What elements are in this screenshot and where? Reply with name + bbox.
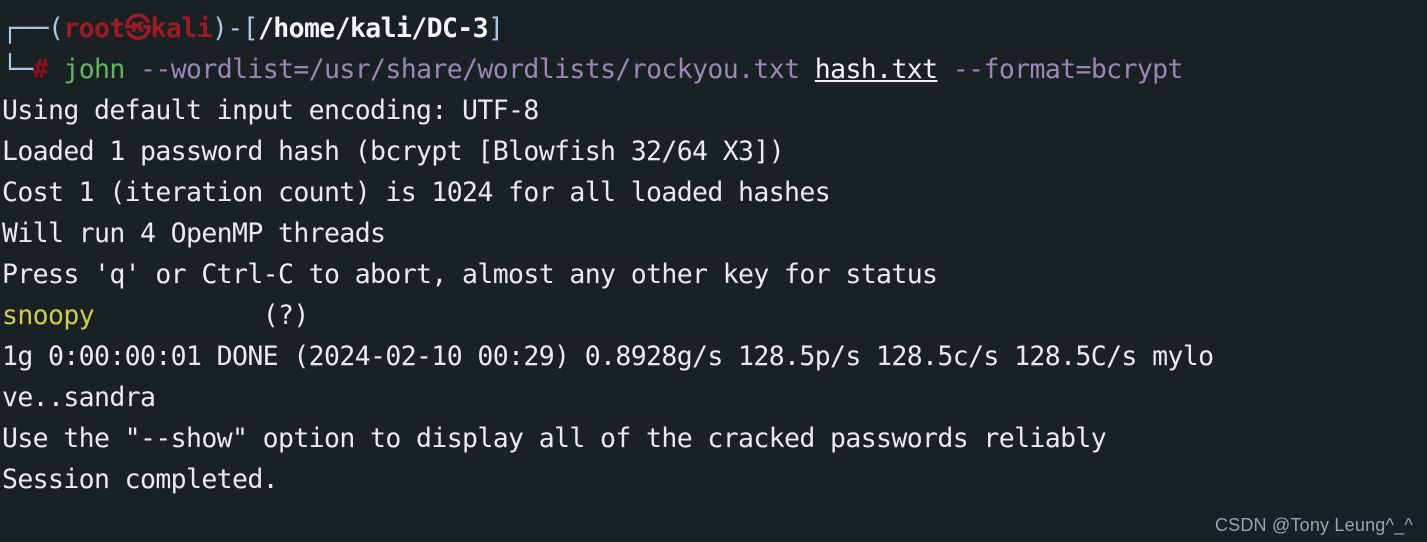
output-line-cost: Cost 1 (iteration count) is 1024 for all…	[2, 177, 831, 208]
prompt-frame-bottom: └─	[2, 54, 33, 85]
cracked-login: (?)	[262, 300, 310, 331]
prompt-line-top: ┌──(root㉿kali)-[/home/kali/DC-3]	[0, 8, 1427, 49]
prompt-user: root	[63, 13, 125, 44]
kali-logo-icon: ㉿	[124, 13, 152, 44]
output-line-loaded: Loaded 1 password hash (bcrypt [Blowfish…	[2, 136, 785, 167]
prompt-path: /home/kali/DC-3	[257, 13, 489, 44]
command-name: john	[63, 54, 125, 85]
prompt-host: kali	[150, 13, 213, 44]
command-wordlist-flag: --wordlist=/usr/share/wordlists/rockyou.…	[140, 54, 800, 85]
output-line-encoding: Using default input encoding: UTF-8	[2, 95, 539, 126]
command-hash-file: hash.txt	[814, 54, 938, 85]
watermark: CSDN @Tony Leung^_^	[1214, 515, 1413, 535]
cracked-password-line: snoopy (?)	[0, 295, 1427, 336]
cracked-password: snoopy	[2, 300, 95, 331]
prompt-sigil: #	[32, 54, 49, 85]
status-line-part2: ve..sandra	[2, 382, 156, 413]
prompt-separator: )-[	[211, 13, 259, 44]
terminal-window[interactable]: ┌──(root㉿kali)-[/home/kali/DC-3] └─# joh…	[0, 0, 1427, 542]
prompt-close-bracket: ]	[487, 13, 504, 44]
command-format-flag: --format=bcrypt	[952, 54, 1184, 85]
status-line-part1: 1g 0:00:00:01 DONE (2024-02-10 00:29) 0.…	[2, 341, 1214, 372]
footer-line-session: Session completed.	[2, 464, 279, 495]
output-line-threads: Will run 4 OpenMP threads	[2, 218, 386, 249]
output-line-abort-hint: Press 'q' or Ctrl-C to abort, almost any…	[2, 259, 938, 290]
footer-line-show-hint: Use the "--show" option to display all o…	[2, 423, 1107, 454]
command-line[interactable]: └─# john --wordlist=/usr/share/wordlists…	[0, 49, 1427, 90]
prompt-frame-top: ┌──(	[2, 13, 64, 44]
cracked-gap	[94, 300, 263, 331]
